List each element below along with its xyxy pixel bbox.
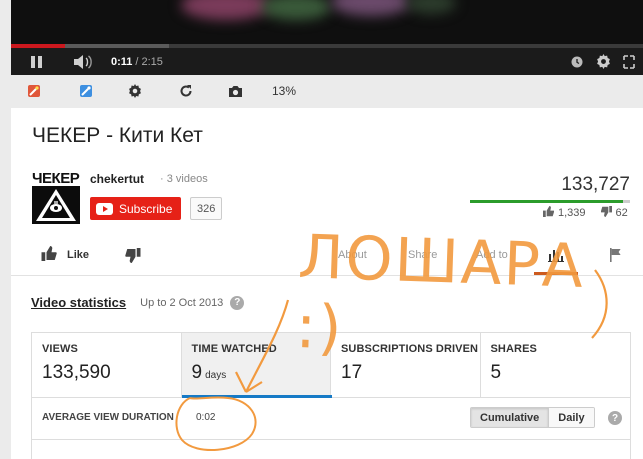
- youtube-play-icon: [96, 202, 113, 215]
- like-label: Like: [67, 249, 90, 261]
- stats-header: Video statistics Up to 2 Oct 2013 ?: [31, 295, 245, 310]
- metric-label: VIEWS: [42, 343, 78, 355]
- time-separator: /: [135, 55, 139, 68]
- time-display: 0:11 / 2:15: [111, 48, 163, 75]
- eye-triangle-icon: [32, 186, 80, 224]
- cumulative-button[interactable]: Cumulative: [471, 408, 549, 427]
- subscriber-count: 326: [190, 197, 223, 220]
- zoom-percent: 13%: [272, 84, 297, 98]
- likes-count: 1,339: [558, 207, 586, 219]
- enhance-wand-icon[interactable]: [79, 83, 93, 99]
- daily-button[interactable]: Daily: [548, 408, 594, 427]
- avg-duration-label: AVERAGE VIEW DURATION: [42, 412, 174, 423]
- current-time: 0:11: [111, 55, 133, 68]
- settings-gear-icon[interactable]: [596, 48, 611, 75]
- metric-value: 9 days: [192, 362, 331, 384]
- channel-logo-text: ЧЕКЕР: [32, 170, 80, 187]
- dislike-button[interactable]: [125, 238, 141, 272]
- handwritten-text: ЛОШАРА :): [294, 222, 587, 364]
- volume-icon[interactable]: [73, 48, 95, 75]
- thumbs-down-icon: [125, 247, 141, 263]
- camera-icon[interactable]: [228, 83, 243, 99]
- like-ratio-bar: [470, 200, 630, 203]
- likes-summary: 1,339 62: [543, 206, 628, 220]
- metric-views[interactable]: VIEWS 133,590: [32, 333, 182, 397]
- gear-icon[interactable]: [128, 83, 142, 99]
- metric-value: 133,590: [42, 362, 181, 384]
- help-icon[interactable]: ?: [608, 411, 622, 425]
- fullscreen-icon[interactable]: [623, 48, 635, 75]
- metric-number: 9: [191, 362, 203, 383]
- dislikes-count: 62: [615, 207, 628, 219]
- stats-date-range: Up to 2 Oct 2013: [140, 296, 224, 309]
- like-button[interactable]: Like: [41, 238, 89, 272]
- clock-icon[interactable]: [571, 48, 583, 75]
- help-icon[interactable]: ?: [230, 295, 245, 310]
- avg-duration-value: 0:02: [196, 412, 216, 423]
- metric-number: 133,590: [42, 362, 111, 383]
- chart-mode-toggle: Cumulative Daily: [470, 407, 595, 428]
- view-count: 133,727: [561, 174, 630, 195]
- rotate-icon[interactable]: [179, 83, 193, 99]
- chart-area: [31, 440, 631, 459]
- channel-logo[interactable]: ЧЕКЕР: [32, 170, 82, 224]
- metric-unit: days: [205, 370, 227, 381]
- player-controls: 0:11 / 2:15: [11, 48, 643, 75]
- subscribe-label: Subscribe: [119, 201, 173, 216]
- video-title: ЧЕКЕР - Кити Кет: [32, 124, 203, 147]
- magic-wand-icon[interactable]: [27, 83, 41, 99]
- metric-number: 17: [341, 362, 363, 383]
- pause-icon[interactable]: [31, 48, 45, 75]
- annotation-toolbar: 13%: [11, 75, 643, 108]
- average-view-duration-row: AVERAGE VIEW DURATION 0:02 Cumulative Da…: [31, 398, 631, 440]
- channel-video-count: · 3 videos: [160, 173, 208, 185]
- thumbs-up-icon: [41, 246, 57, 264]
- duration: 2:15: [141, 55, 163, 68]
- thumbs-up-small-icon: [543, 206, 555, 220]
- subscribe-button[interactable]: Subscribe: [90, 197, 182, 220]
- channel-name-link[interactable]: chekertut: [90, 172, 144, 186]
- thumbs-down-small-icon: [600, 206, 612, 220]
- like-ratio-fill: [470, 200, 623, 203]
- stats-title: Video statistics: [31, 295, 127, 310]
- video-frame[interactable]: [11, 0, 643, 44]
